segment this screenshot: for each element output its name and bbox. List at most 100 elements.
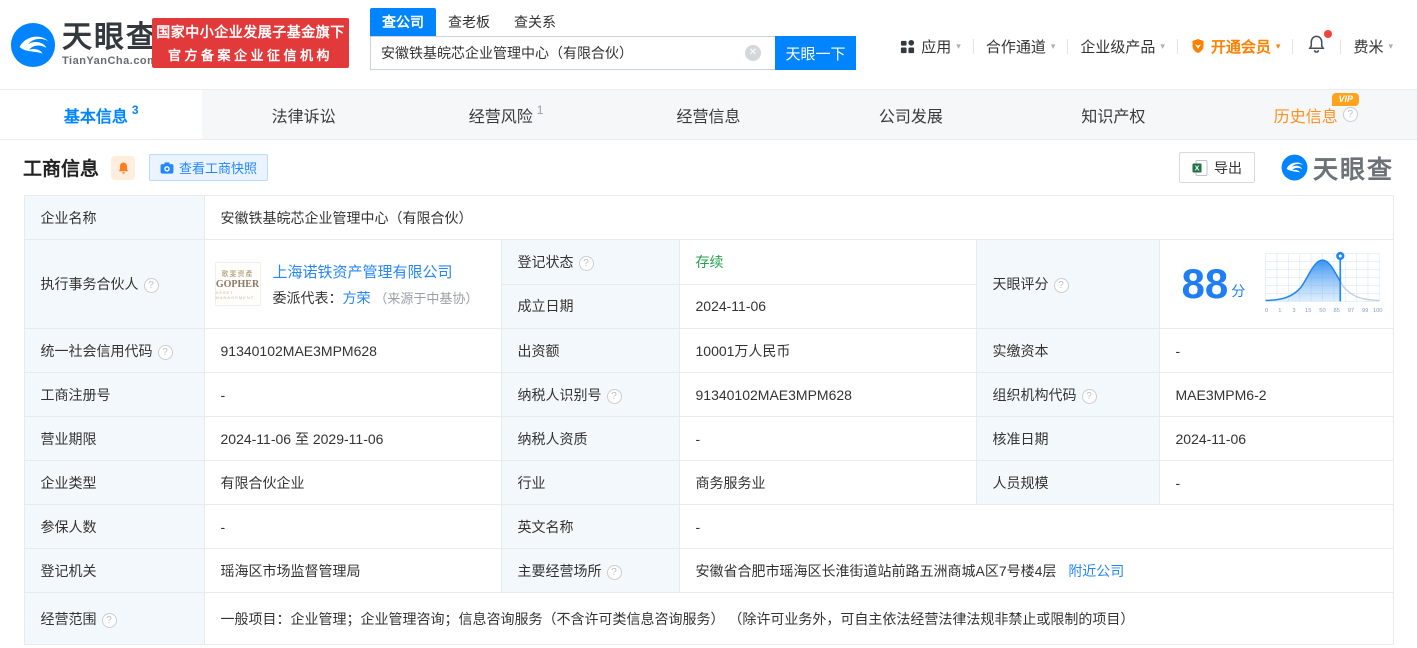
svg-text:50: 50: [1319, 308, 1325, 314]
table-row: 工商注册号 - 纳税人识别号? 91340102MAE3MPM628 组织机构代…: [23, 372, 1394, 417]
score-label: 天眼评分: [992, 276, 1049, 292]
tab-company-development[interactable]: 公司发展: [810, 90, 1012, 139]
paid-capital-label: 实缴资本: [992, 342, 1049, 359]
orange-bell-icon: [118, 161, 128, 174]
nav-enterprise-products[interactable]: 企业级产品 ▾: [1068, 36, 1177, 57]
table-row: 统一社会信用代码? 91340102MAE3MPM628 出资额 10001万人…: [23, 328, 1394, 373]
taxid-value: 91340102MAE3MPM628: [678, 372, 977, 417]
field-label: 主要经营场所?: [500, 548, 680, 593]
search-tab-company[interactable]: 查公司: [370, 8, 436, 36]
partner-logo-caption: ASSET MANAGEMENT: [215, 289, 255, 300]
top-header: 天眼查 TianYanCha.com 国家中小企业发展子基金旗下 官方备案企业征…: [0, 0, 1417, 90]
search-input[interactable]: [370, 36, 775, 70]
score-axis-labels: 0 1 3 15 50 85 97 99 100: [1265, 308, 1383, 314]
paid-capital-value: -: [1158, 328, 1394, 373]
clear-search-icon[interactable]: ✕: [745, 45, 761, 61]
field-label: 经营范围?: [23, 592, 205, 645]
export-button-label: 导出: [1213, 159, 1242, 176]
delegate-link[interactable]: 方荣: [343, 290, 371, 306]
english-name-value: -: [678, 504, 1394, 549]
business-address-cell: 安徽省合肥市瑶海区长淮街道站前路五洲商城A区7号楼4层 附近公司: [678, 548, 1394, 593]
tianyan-search-button[interactable]: 天眼一下: [775, 36, 856, 70]
tab-risk-count: 1: [536, 102, 544, 117]
svg-text:99: 99: [1362, 308, 1368, 314]
help-icon[interactable]: ?: [143, 278, 159, 293]
caret-down-icon: ▾: [1275, 40, 1281, 51]
table-row: 企业类型 有限合伙企业 行业 商务服务业 人员规模 -: [23, 460, 1394, 505]
caret-down-icon: ▾: [1050, 40, 1056, 51]
tab-legal-proceedings[interactable]: 法律诉讼: [202, 90, 404, 139]
tab-basic-info[interactable]: 基本信息 3: [0, 90, 203, 139]
partner-company-logo[interactable]: 歌斐资產 GOPHER ASSET MANAGEMENT: [214, 262, 261, 306]
help-icon[interactable]: ?: [1081, 388, 1097, 404]
subscribe-bell-button[interactable]: [111, 155, 136, 180]
business-address-label: 主要经营场所: [517, 562, 602, 579]
company-name-label: 企业名称: [40, 209, 97, 226]
taxid-label: 纳税人识别号: [517, 386, 602, 403]
tab-operating-info[interactable]: 经营信息: [607, 90, 809, 139]
nav-user-menu[interactable]: 费米 ▾: [1341, 36, 1405, 57]
help-icon[interactable]: ?: [606, 564, 622, 580]
notification-bell[interactable]: [1293, 30, 1340, 58]
field-label: 参保人数: [23, 504, 205, 549]
search-tab-boss[interactable]: 查老板: [436, 8, 502, 36]
company-section-tabs: 基本信息 3 法律诉讼 经营风险 1 经营信息 公司发展 知识产权 VIP 历史…: [0, 90, 1417, 140]
caret-down-icon: ▾: [1160, 40, 1165, 51]
svg-text:97: 97: [1348, 308, 1354, 314]
partner-logo-en: GOPHER: [215, 278, 260, 290]
company-type-value: 有限合伙企业: [203, 460, 502, 505]
export-button[interactable]: X 导出: [1178, 152, 1255, 183]
nav-partner-channel[interactable]: 合作通道 ▾: [974, 36, 1068, 57]
score-unit: 分: [1231, 283, 1246, 299]
svg-text:15: 15: [1305, 308, 1311, 314]
established-value: 2024-11-06: [678, 283, 977, 329]
business-scope-value: 一般项目：企业管理；企业管理咨询；信息咨询服务（不含许可类信息咨询服务） （除许…: [203, 592, 1394, 645]
snapshot-button[interactable]: 查看工商快照: [149, 154, 269, 181]
section-title: 工商信息: [23, 159, 100, 180]
vip-crown-icon: [1192, 39, 1204, 53]
nav-apps[interactable]: 应用 ▾: [888, 36, 973, 57]
term-value: 2024-11-06 至 2029-11-06: [203, 416, 502, 461]
tab-development-label: 公司发展: [878, 108, 943, 126]
field-label: 纳税人资质: [500, 416, 680, 461]
help-icon[interactable]: ?: [157, 344, 173, 360]
partner-company-link[interactable]: 上海诺铁资产管理有限公司: [273, 264, 453, 281]
tab-basic-info-label: 基本信息: [63, 108, 128, 126]
help-icon[interactable]: ?: [1053, 278, 1069, 293]
table-row: 经营范围? 一般项目：企业管理；企业管理咨询；信息咨询服务（不含许可类信息咨询服…: [23, 592, 1394, 645]
badge-line2: 官方备案企业征信机构: [167, 48, 333, 63]
nav-open-vip[interactable]: 开通会员 ▾: [1178, 36, 1293, 57]
tab-history-label: 历史信息: [1273, 108, 1338, 126]
help-icon[interactable]: ?: [1342, 107, 1358, 122]
tianyancha-logo[interactable]: 天眼查 TianYanCha.com: [10, 22, 158, 68]
nearby-companies-link[interactable]: 附近公司: [1068, 563, 1124, 579]
help-icon[interactable]: ?: [606, 388, 622, 404]
caret-down-icon: ▾: [1388, 40, 1393, 51]
partner-logo-cn: 歌斐资產: [221, 270, 254, 278]
partner-cell: 歌斐资產 GOPHER ASSET MANAGEMENT 上海诺铁资产管理有限公…: [203, 239, 502, 329]
score-cell: 88 分 0 1 3 15 50 85 97 99 100: [1158, 239, 1394, 329]
field-label: 工商注册号: [23, 372, 205, 417]
excel-icon: X: [1192, 159, 1208, 176]
term-label: 营业期限: [40, 430, 97, 447]
svg-text:0: 0: [1265, 308, 1268, 314]
staff-size-label: 人员规模: [992, 474, 1049, 491]
tax-qualification-value: -: [678, 416, 977, 461]
registration-authority-value: 瑶海区市场监督管理局: [203, 548, 502, 593]
business-scope-label: 经营范围: [40, 610, 97, 627]
certification-badge: 国家中小企业发展子基金旗下 官方备案企业征信机构: [152, 18, 349, 68]
nav-apps-label: 应用: [921, 38, 952, 56]
orgcode-value: MAE3MPM6-2: [1158, 372, 1394, 417]
tab-risk-label: 经营风险: [468, 108, 533, 126]
status-label: 登记状态: [517, 253, 574, 270]
tianyancha-watermark: 天眼查: [1281, 150, 1394, 186]
tab-operating-risk[interactable]: 经营风险 1: [405, 90, 607, 139]
help-icon[interactable]: ?: [101, 612, 117, 628]
brand-domain: TianYanCha.com: [62, 55, 158, 67]
tab-intellectual-property[interactable]: 知识产权: [1012, 90, 1214, 139]
svg-text:85: 85: [1334, 308, 1340, 314]
help-icon[interactable]: ?: [578, 255, 594, 271]
search-tab-relation[interactable]: 查关系: [502, 8, 568, 36]
svg-text:1: 1: [1278, 308, 1281, 314]
tab-history-info[interactable]: VIP 历史信息 ?: [1215, 90, 1417, 139]
